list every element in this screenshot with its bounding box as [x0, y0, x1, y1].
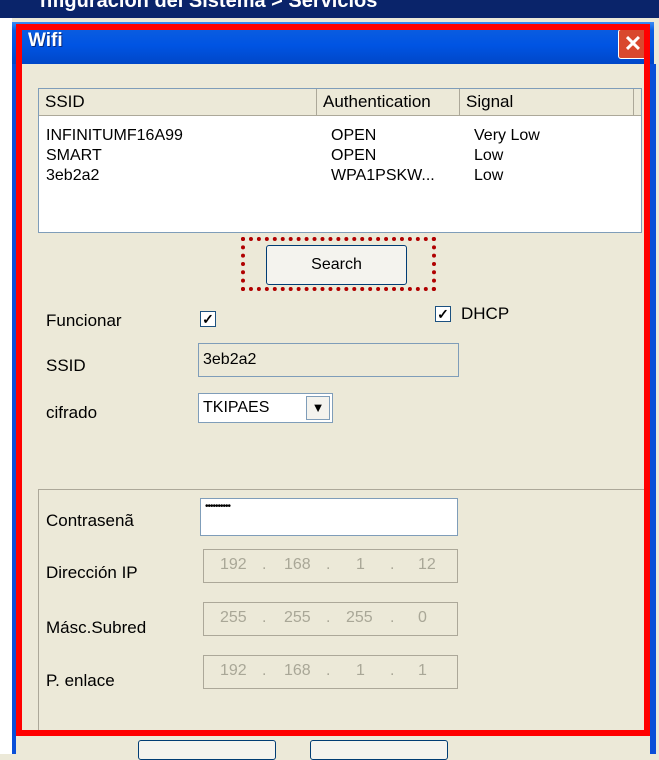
- column-ssid[interactable]: SSID: [39, 89, 317, 115]
- cifrado-value: TKIPAES: [203, 399, 270, 416]
- gateway-label: P. enlace: [46, 671, 115, 690]
- mask-octet-3: 255: [346, 609, 373, 626]
- dhcp-label: DHCP: [461, 304, 510, 323]
- gateway-octet-3: 1: [356, 662, 365, 679]
- row-3-ssid[interactable]: 3eb2a2: [46, 166, 99, 185]
- title-bar: [12, 22, 654, 64]
- ip-field: 192 . 168 . 1 . 12: [203, 549, 458, 583]
- ip-label: Dirección IP: [46, 563, 138, 582]
- ip-octet-2: 168: [284, 556, 311, 573]
- window-frame-left: [12, 64, 16, 754]
- ip-octet-3: 1: [356, 556, 365, 573]
- row-1-signal[interactable]: Very Low: [474, 126, 540, 145]
- gateway-octet-2: 168: [284, 662, 311, 679]
- row-2-ssid[interactable]: SMART: [46, 146, 102, 165]
- column-signal[interactable]: Signal: [460, 89, 634, 115]
- gateway-octet-1: 192: [220, 662, 247, 679]
- password-field[interactable]: ••••••••••: [200, 498, 458, 536]
- funcionar-checkbox[interactable]: ✓: [200, 311, 216, 327]
- check-icon: ✓: [437, 306, 449, 322]
- close-button[interactable]: ✕: [618, 29, 648, 59]
- search-button[interactable]: Search: [266, 245, 407, 285]
- mask-octet-4: 0: [418, 609, 427, 626]
- window-frame-right: [650, 64, 656, 754]
- row-3-signal[interactable]: Low: [474, 166, 503, 185]
- row-1-auth[interactable]: OPEN: [331, 126, 376, 145]
- check-icon: ✓: [202, 311, 214, 327]
- ip-octet-1: 192: [220, 556, 247, 573]
- row-3-auth[interactable]: WPA1PSKW...: [331, 166, 435, 185]
- column-authentication[interactable]: Authentication: [317, 89, 460, 115]
- mask-label: Másc.Subred: [46, 618, 147, 637]
- gateway-octet-4: 1: [418, 662, 427, 679]
- row-2-auth[interactable]: OPEN: [331, 146, 376, 165]
- cancel-button[interactable]: [310, 740, 448, 760]
- window-title: Wifi: [28, 30, 63, 51]
- gateway-field: 192 . 168 . 1 . 1: [203, 655, 458, 689]
- dhcp-checkbox[interactable]: ✓: [435, 306, 451, 322]
- funcionar-label: Funcionar: [46, 311, 122, 330]
- ip-octet-4: 12: [418, 556, 436, 573]
- background-title: nfiguración del Sistema > Servicios: [40, 0, 378, 12]
- network-list-header: SSID Authentication Signal: [39, 89, 641, 116]
- ssid-label: SSID: [46, 356, 86, 375]
- password-label: Contrasenã: [46, 511, 134, 530]
- cifrado-label: cifrado: [46, 403, 98, 422]
- close-icon: ✕: [623, 31, 643, 56]
- ok-button[interactable]: [138, 740, 276, 760]
- mask-octet-1: 255: [220, 609, 247, 626]
- ssid-field[interactable]: 3eb2a2: [198, 343, 459, 377]
- background-window-edge: [0, 18, 12, 754]
- mask-field: 255 . 255 . 255 . 0: [203, 602, 458, 636]
- mask-octet-2: 255: [284, 609, 311, 626]
- row-1-ssid[interactable]: INFINITUMF16A99: [46, 126, 183, 145]
- row-2-signal[interactable]: Low: [474, 146, 503, 165]
- dropdown-arrow-icon[interactable]: ▼: [306, 396, 330, 420]
